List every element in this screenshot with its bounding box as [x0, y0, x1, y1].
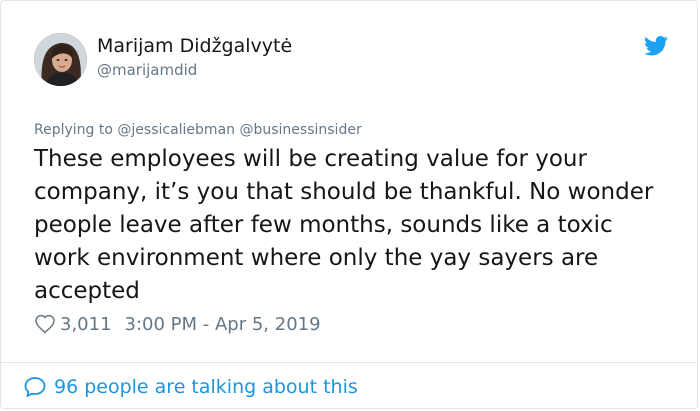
talking-about-label: 96 people are talking about this	[54, 376, 358, 398]
tweet-text: These employees will be creating value f…	[34, 146, 654, 304]
tweet-meta: 3,011 3:00 PM - Apr 5, 2019	[34, 311, 321, 337]
talking-about-link[interactable]: 96 people are talking about this	[23, 373, 358, 401]
user-handle[interactable]: @marijamdid	[97, 61, 197, 79]
display-name[interactable]: Marijam Didžgalvytė	[97, 35, 292, 57]
twitter-bird-icon[interactable]	[644, 36, 668, 56]
comment-bubble-icon	[24, 377, 46, 397]
heart-icon[interactable]	[34, 313, 56, 335]
like-count[interactable]: 3,011	[60, 314, 112, 335]
tweet-card: Marijam Didžgalvytė @marijamdid Replying…	[0, 0, 698, 409]
mention-link-jessicaliebman[interactable]: @jessicaliebman	[117, 122, 235, 138]
avatar[interactable]	[34, 33, 87, 86]
avatar-photo	[34, 33, 87, 86]
mention-link-businessinsider[interactable]: @businessinsider	[239, 122, 361, 138]
tweet-timestamp[interactable]: 3:00 PM - Apr 5, 2019	[125, 314, 321, 335]
divider	[1, 362, 697, 363]
replying-to-line: Replying to @jessicaliebman @businessins…	[34, 122, 362, 138]
replying-to-label: Replying to	[34, 122, 113, 138]
